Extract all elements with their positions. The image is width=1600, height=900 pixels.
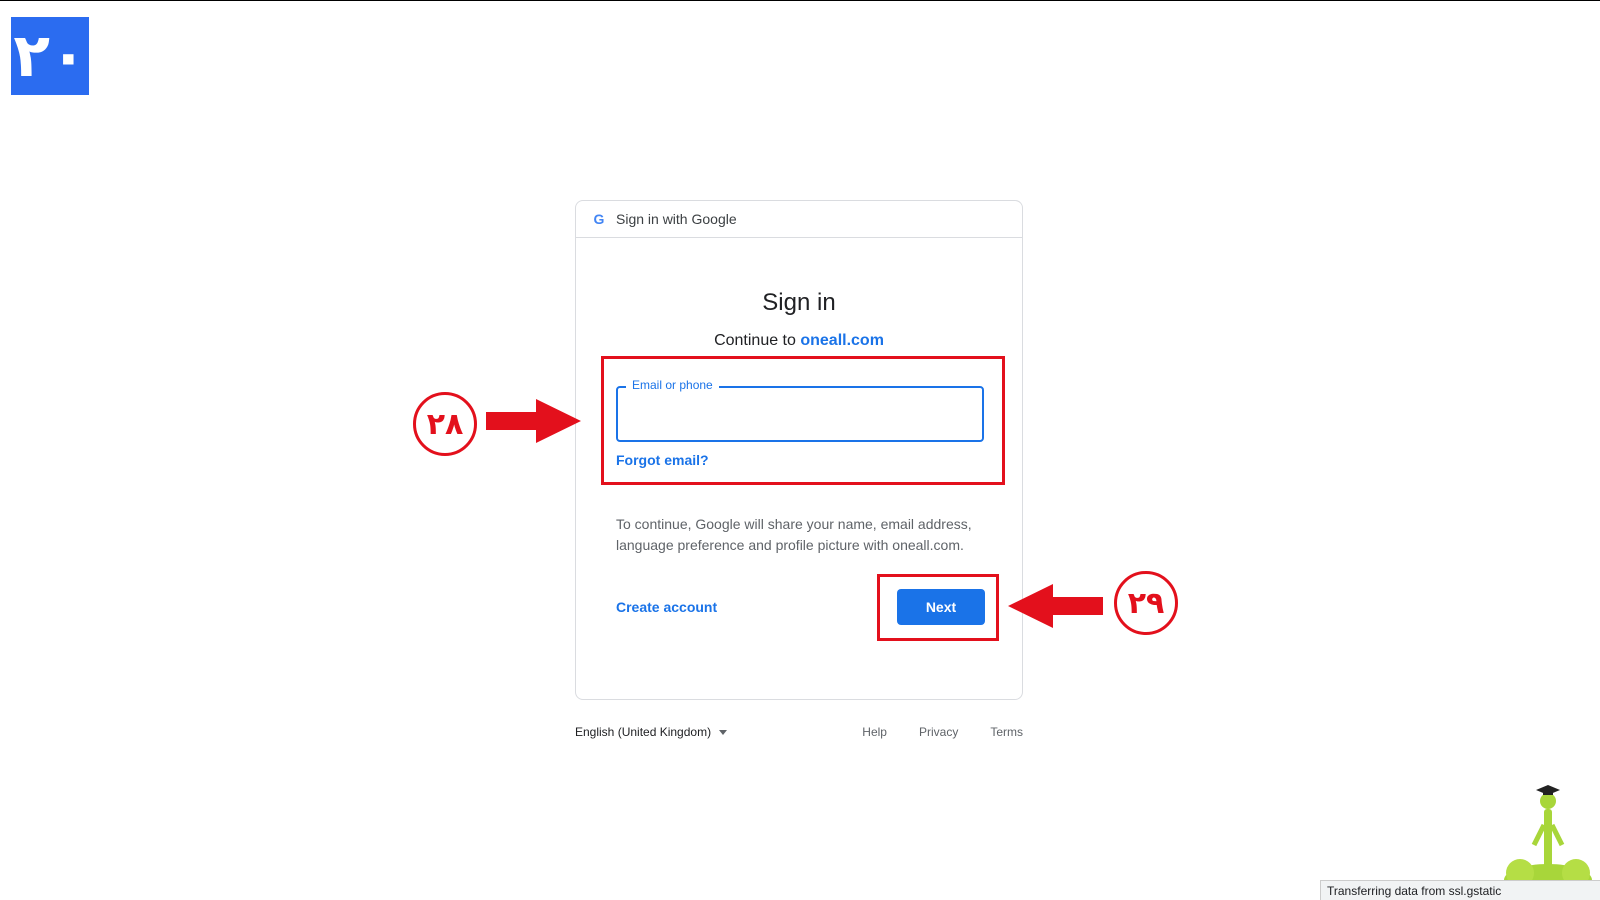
page-title: Sign in [762, 289, 836, 316]
language-selector[interactable]: English (United Kingdom) [575, 725, 728, 739]
arrow-right-icon [486, 399, 581, 443]
page-footer: English (United Kingdom) Help Privacy Te… [575, 725, 1023, 745]
footer-link-help[interactable]: Help [862, 725, 887, 739]
privacy-notice: To continue, Google will share your name… [616, 516, 972, 553]
step-29-marker: ۲۹ [1114, 571, 1178, 635]
card-header-text: Sign in with Google [616, 211, 737, 227]
subtitle-site-link[interactable]: oneall.com [800, 332, 884, 349]
top-rule [0, 0, 1600, 1]
language-label: English (United Kingdom) [575, 725, 712, 739]
step-number-badge: ٢٠ [11, 17, 89, 95]
subtitle-prefix: Continue to [714, 332, 801, 349]
step-28-marker: ۲۸ [413, 392, 477, 456]
arrow-left-icon [1008, 584, 1103, 628]
create-account-link[interactable]: Create account [616, 599, 717, 615]
footer-links: Help Privacy Terms [862, 725, 1023, 739]
next-highlight-box [877, 574, 999, 641]
google-g-icon: G [593, 211, 605, 227]
caret-down-icon [719, 729, 728, 735]
footer-link-terms[interactable]: Terms [990, 725, 1023, 739]
browser-status-bar: Transferring data from ssl.gstatic [1320, 880, 1600, 900]
page-subtitle: Continue to oneall.com [576, 332, 1022, 350]
footer-link-privacy[interactable]: Privacy [919, 725, 958, 739]
email-highlight-box [601, 356, 1005, 485]
card-header: G Sign in with Google [576, 201, 1022, 238]
